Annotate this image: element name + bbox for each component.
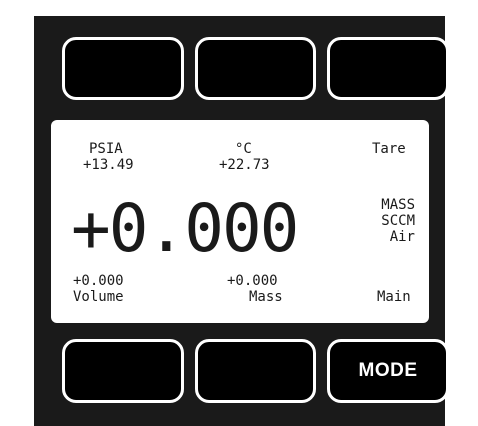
mode-button[interactable]: MODE	[327, 339, 449, 403]
gas-mode-mass[interactable]: MASS	[381, 198, 415, 212]
gas-mode-unit[interactable]: SCCM	[381, 214, 415, 228]
top-right-button[interactable]	[327, 37, 449, 100]
mode-button-label: MODE	[358, 360, 418, 381]
volume-value: +0.000	[73, 273, 124, 289]
tare-label[interactable]: Tare	[372, 142, 406, 156]
main-reading: +0.000	[71, 190, 299, 267]
temperature-unit[interactable]: °C	[235, 142, 252, 156]
temperature-value[interactable]: +22.73	[219, 158, 270, 172]
mass-label[interactable]: Mass	[249, 290, 283, 304]
bottom-center-button[interactable]	[195, 339, 316, 403]
volume-label[interactable]: Volume	[73, 290, 124, 304]
pressure-unit[interactable]: PSIA	[89, 142, 123, 156]
bottom-left-button[interactable]	[62, 339, 184, 403]
lcd-display: PSIA +13.49 °C +22.73 Tare +0.000 MASS S…	[51, 120, 429, 323]
gas-mode-gas[interactable]: Air	[390, 230, 415, 244]
pressure-value[interactable]: +13.49	[83, 158, 134, 172]
main-label[interactable]: Main	[377, 290, 411, 304]
top-left-button[interactable]	[62, 37, 184, 100]
top-center-button[interactable]	[195, 37, 316, 100]
mass-value: +0.000	[227, 273, 278, 289]
